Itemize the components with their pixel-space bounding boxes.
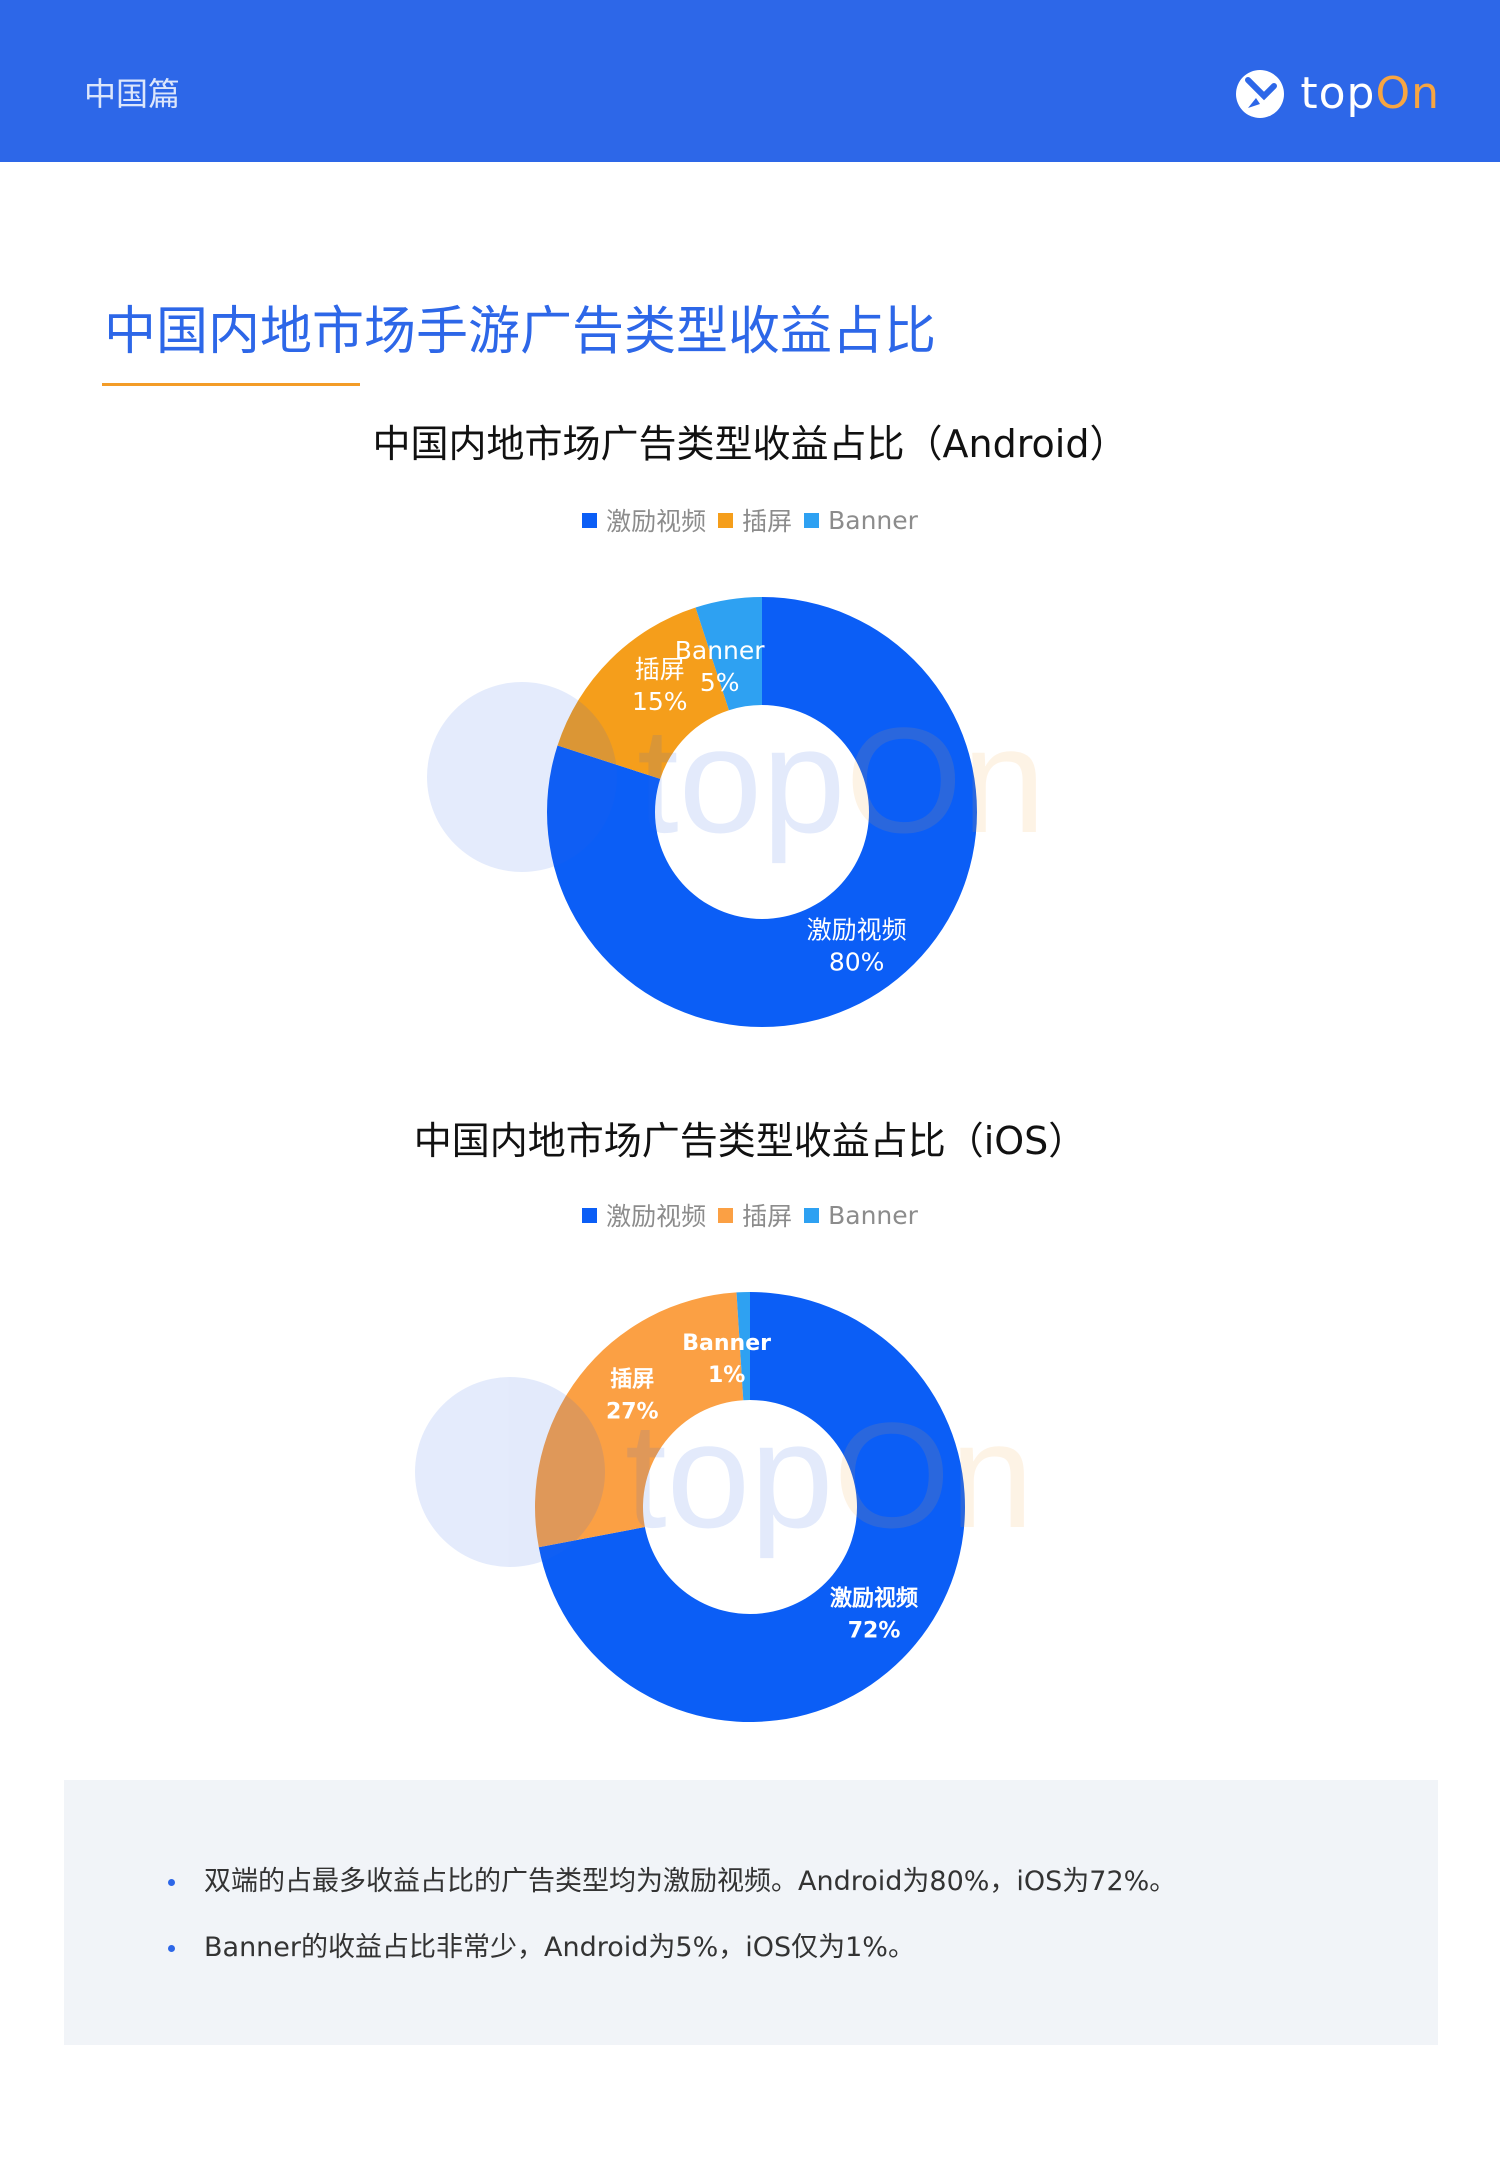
summary-text: Banner的收益占比非常少，Android为5%，iOS仅为1%。 [204,1932,915,1963]
slice-value-label: 72% [848,1619,901,1644]
slice-category-label: 激励视频 [830,1586,918,1612]
donut-chart-ios: topOn 激励视频 72% 插屏 27% Banner 1% [415,1292,1034,1722]
watermark-logo: topOn [415,1377,1034,1567]
summary-panel: 双端的占最多收益占比的广告类型均为激励视频。Android为80%，iOS为72… [64,1780,1438,2045]
bullet-icon [168,1945,175,1952]
watermark-text-accent: On [834,1391,1034,1559]
slice-category-label: 插屏 [610,1368,654,1393]
bullet-icon [168,1879,175,1886]
slice-category-label: Banner [682,1331,771,1356]
summary-point: 双端的占最多收益占比的广告类型均为激励视频。Android为80%，iOS为72… [168,1864,1177,1900]
watermark-mark-icon [415,1377,605,1567]
watermark-text: topOn [625,1391,1034,1559]
slice-value-label: 27% [606,1400,659,1425]
summary-text: 双端的占最多收益占比的广告类型均为激励视频。Android为80%，iOS为72… [204,1866,1177,1897]
slice-value-label: 1% [708,1363,745,1388]
summary-point: Banner的收益占比非常少，Android为5%，iOS仅为1%。 [168,1930,915,1966]
